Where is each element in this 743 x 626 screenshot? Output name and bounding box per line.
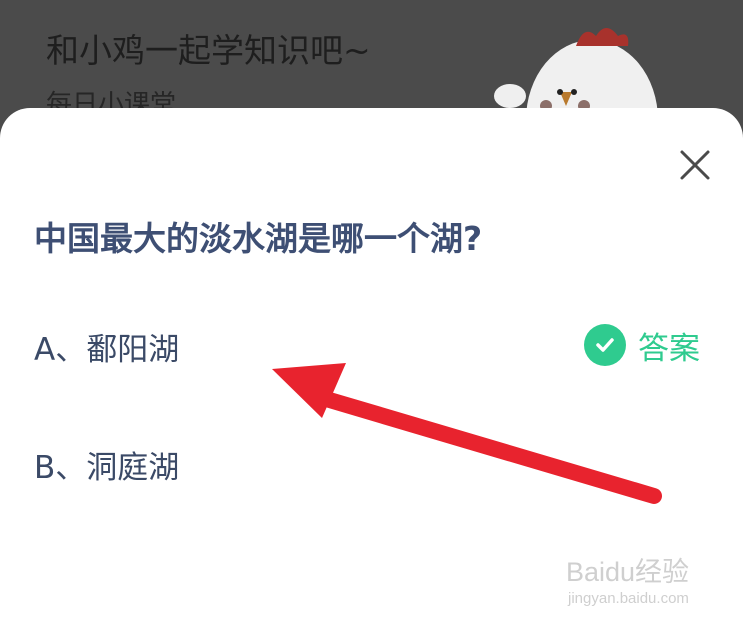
option-b[interactable]: B、洞庭湖 (34, 442, 179, 487)
quiz-question: 中国最大的淡水湖是哪一个湖? (34, 219, 483, 258)
answer-badge: 答案 (584, 322, 700, 368)
baidu-watermark: Baidu经验 jingyan.baidu.com (566, 548, 716, 612)
option-a[interactable]: A、鄱阳湖 (34, 324, 179, 369)
watermark-url: jingyan.baidu.com (568, 590, 689, 607)
background-title: 和小鸡一起学知识吧~ (46, 31, 371, 70)
answer-label: 答案 (638, 330, 700, 367)
check-circle-icon (584, 324, 626, 366)
watermark-brand: Baidu经验 (566, 557, 690, 587)
close-icon[interactable] (672, 142, 718, 188)
